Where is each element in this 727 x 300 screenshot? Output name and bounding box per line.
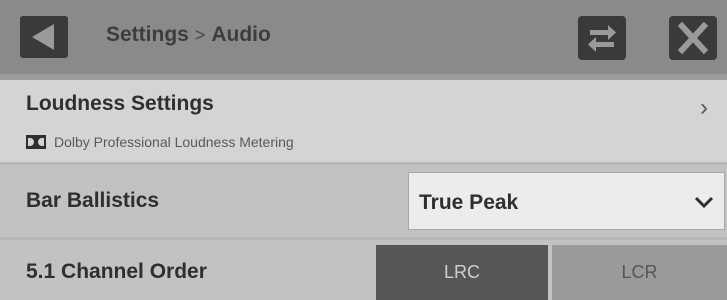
breadcrumb-separator: >: [194, 25, 206, 45]
chevron-right-icon[interactable]: ›: [700, 94, 708, 122]
channel-order-label: 5.1 Channel Order: [26, 260, 207, 283]
back-arrow-icon: [32, 24, 54, 50]
close-button[interactable]: [669, 16, 717, 60]
breadcrumb-current: Audio: [211, 23, 271, 46]
bar-ballistics-select[interactable]: True Peak: [408, 172, 725, 230]
channel-order-row: 5.1 Channel Order LRC LCR: [0, 240, 727, 300]
bar-ballistics-row: Bar Ballistics True Peak: [0, 165, 727, 237]
close-icon: [677, 21, 709, 55]
swap-button[interactable]: [578, 16, 626, 60]
channel-order-option-lcr[interactable]: LCR: [552, 245, 727, 300]
breadcrumb: Settings > Audio: [106, 23, 271, 47]
header-bar: Settings > Audio: [0, 0, 727, 74]
bar-ballistics-label: Bar Ballistics: [26, 189, 160, 212]
breadcrumb-parent[interactable]: Settings: [106, 23, 189, 46]
loudness-settings-subtitle: Dolby Professional Loudness Metering: [26, 134, 294, 150]
dolby-logo-icon: [26, 135, 46, 149]
channel-order-option-lrc[interactable]: LRC: [376, 245, 548, 300]
swap-arrows-icon: [588, 25, 616, 52]
loudness-settings-row[interactable]: Loudness Settings Dolby Professional Lou…: [0, 80, 727, 162]
back-button[interactable]: [20, 16, 68, 58]
loudness-settings-title: Loudness Settings: [26, 92, 214, 115]
dolby-metering-label: Dolby Professional Loudness Metering: [54, 134, 294, 150]
chevron-down-icon: [694, 196, 714, 209]
bar-ballistics-selected-value: True Peak: [419, 191, 519, 214]
